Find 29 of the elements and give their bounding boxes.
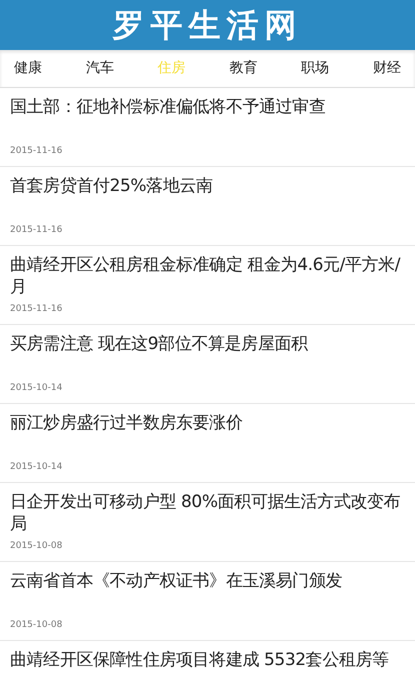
- article-date: 2015-10-14: [10, 460, 64, 474]
- article-date: 2015-10-14: [10, 382, 64, 394]
- article-item[interactable]: 云南省首本《不动产权证书》在玉溪易门颁发 2015-10-08: [0, 562, 415, 641]
- article-item[interactable]: 丽江炒房盛行过半数房东要涨价 2015-10-14: [0, 404, 415, 483]
- category-tab[interactable]: 职场: [301, 58, 330, 79]
- article-date: 2015-11-16: [10, 302, 64, 316]
- article-item[interactable]: 首套房贷首付25%落地云南 2015-11-16: [0, 167, 415, 246]
- article-title: 云南省首本《不动产权证书》在玉溪易门颁发: [10, 570, 344, 592]
- article-item[interactable]: 曲靖经开区公租房租金标准确定 租金为4.6元/平方米/月 2015-11-16: [0, 246, 415, 325]
- article-title: 国土部：征地补偿标准偏低将不予通过审查: [10, 96, 326, 118]
- article-title: 买房需注意 现在这9部位不算是房屋面积: [10, 333, 309, 355]
- article-item[interactable]: 日企开发出可移动户型 80%面积可据生活方式改变布局 2015-10-08: [0, 483, 415, 562]
- article-item[interactable]: 曲靖经开区保障性住房项目将建成 5532套公租房等: [0, 641, 415, 680]
- article-date: 2015-11-16: [10, 144, 64, 158]
- category-tab[interactable]: 健康: [14, 58, 42, 79]
- article-title: 丽江炒房盛行过半数房东要涨价: [10, 412, 244, 434]
- article-item[interactable]: 买房需注意 现在这9部位不算是房屋面积 2015-10-14: [0, 325, 415, 404]
- category-tab[interactable]: 财经: [372, 58, 401, 79]
- category-tab[interactable]: 汽车: [86, 58, 114, 79]
- article-date: 2015-10-08: [10, 618, 64, 632]
- article-item[interactable]: 国土部：征地补偿标准偏低将不予通过审查 2015-11-16: [0, 88, 415, 167]
- article-date: 2015-10-08: [10, 540, 64, 552]
- article-title: 曲靖经开区保障性住房项目将建成 5532套公租房等: [10, 649, 390, 671]
- article-title: 日企开发出可移动户型 80%面积可据生活方式改变布局: [10, 491, 402, 535]
- category-tab[interactable]: 教育: [229, 58, 258, 79]
- article-title: 首套房贷首付25%落地云南: [10, 175, 214, 197]
- article-date: 2015-11-16: [10, 224, 64, 236]
- article-title: 曲靖经开区公租房租金标准确定 租金为4.6元/平方米/月: [10, 254, 402, 298]
- site-logo: 罗平生活网: [112, 9, 302, 41]
